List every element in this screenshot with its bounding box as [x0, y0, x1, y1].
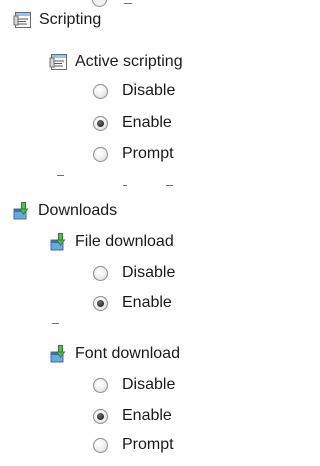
cutoff-text-fragment — [123, 185, 127, 186]
category-label: Downloads — [38, 202, 118, 219]
download-settings-icon — [50, 233, 66, 251]
cutoff-text-fragment — [52, 323, 59, 324]
option-font-download-enable[interactable]: Enable — [93, 402, 172, 430]
radio-button[interactable] — [93, 83, 108, 99]
group-label: File download — [75, 233, 174, 250]
tree-category-downloads[interactable]: Downloads — [12, 197, 117, 225]
option-label: Prompt — [122, 145, 174, 162]
radio-button-selected[interactable] — [93, 115, 108, 131]
radio-button[interactable] — [93, 146, 108, 162]
download-settings-icon — [50, 345, 66, 363]
radio-button[interactable] — [93, 377, 108, 393]
option-font-download-prompt[interactable]: Prompt — [93, 431, 174, 459]
option-font-download-disable[interactable]: Disable — [93, 371, 175, 399]
download-settings-icon — [13, 202, 29, 220]
option-file-download-disable[interactable]: Disable — [93, 259, 175, 287]
option-label: Enable — [122, 407, 172, 424]
option-active-scripting-enable[interactable]: Enable — [93, 109, 172, 137]
script-settings-icon — [49, 54, 67, 70]
option-label: Disable — [122, 376, 176, 393]
group-label: Active scripting — [75, 53, 183, 70]
category-label: Scripting — [39, 11, 102, 28]
cutoff-text-fragment — [57, 175, 64, 176]
radio-button-selected[interactable] — [93, 295, 108, 311]
tree-group-font-download[interactable]: Font download — [49, 340, 180, 368]
option-file-download-enable[interactable]: Enable — [93, 289, 172, 317]
cutoff-text-fragment — [166, 185, 173, 186]
tree-group-active-scripting[interactable]: Active scripting — [49, 48, 183, 76]
option-active-scripting-disable[interactable]: Disable — [93, 77, 175, 105]
radio-button[interactable] — [93, 437, 108, 453]
option-active-scripting-prompt[interactable]: Prompt — [93, 140, 174, 168]
script-settings-icon — [13, 12, 31, 28]
radio-button-selected[interactable] — [93, 408, 108, 424]
option-label: Enable — [122, 294, 172, 311]
option-label: Prompt — [122, 436, 174, 453]
radio-button[interactable] — [93, 265, 108, 281]
option-label: Disable — [122, 82, 176, 99]
option-label: Enable — [122, 114, 172, 131]
tree-category-scripting[interactable]: Scripting — [13, 6, 101, 34]
option-label: Disable — [122, 264, 176, 281]
cutoff-text-fragment — [124, 3, 132, 4]
tree-group-file-download[interactable]: File download — [49, 228, 174, 256]
group-label: Font download — [75, 345, 180, 362]
